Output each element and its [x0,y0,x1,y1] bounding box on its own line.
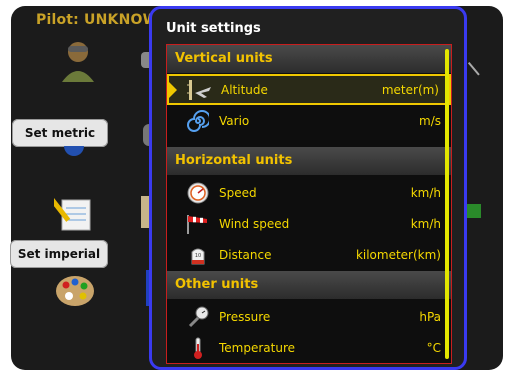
pressure-label: Pressure [219,309,271,324]
partial-icon-1 [141,52,149,68]
section-header-horizontal: Horizontal units [167,147,451,175]
speed-row[interactable]: Speed km/h [167,177,451,208]
temperature-value: °C [426,340,441,355]
windsock-icon [183,211,213,237]
distance-marker-icon: 10 [183,242,213,268]
pilot-label: Pilot: UNKNOW [36,12,159,28]
paint-palette-icon[interactable] [54,274,96,308]
unit-settings-list[interactable]: Vertical units Altitude meter(m) Vario m… [166,44,452,364]
temperature-row[interactable]: Temperature °C [167,332,451,363]
list-scrollbar[interactable] [445,49,449,359]
wind-speed-row[interactable]: Wind speed km/h [167,208,451,239]
pressure-row[interactable]: Pressure hPa [167,301,451,332]
distance-value: kilometer(km) [355,247,441,262]
vario-label: Vario [219,113,250,128]
altitude-value: meter(m) [381,82,439,97]
wind-speed-label: Wind speed [219,216,290,231]
pressure-value: hPa [419,309,441,324]
temperature-label: Temperature [219,340,296,355]
selection-arrow-icon [168,80,177,99]
altitude-label: Altitude [221,82,268,97]
pressure-gauge-icon [183,304,213,330]
vario-value: m/s [419,113,441,128]
wind-speed-value: km/h [410,216,441,231]
partial-icon-3 [141,196,149,228]
vario-row[interactable]: Vario m/s [167,105,451,136]
speed-value: km/h [410,185,441,200]
notepad-pencil-icon[interactable] [47,192,96,232]
spiral-icon [183,108,213,134]
distance-row[interactable]: 10 Distance kilometer(km) [167,239,451,270]
speedometer-icon [183,180,213,206]
section-header-vertical: Vertical units [167,45,451,73]
altitude-plane-icon [185,77,215,103]
set-imperial-button[interactable]: Set imperial [10,240,108,268]
pilot-avatar-icon[interactable] [58,38,98,82]
section-header-other: Other units [167,271,451,299]
svg-text:10: 10 [195,253,201,259]
unit-settings-dialog: Unit settings Vertical units Altitude me… [149,6,467,370]
thermometer-icon [183,335,213,361]
distance-label: Distance [219,247,272,262]
dialog-title: Unit settings [166,21,261,36]
set-metric-button[interactable]: Set metric [12,119,108,147]
partial-icon-6 [467,204,481,218]
speed-label: Speed [219,185,257,200]
altitude-row[interactable]: Altitude meter(m) [167,74,451,105]
